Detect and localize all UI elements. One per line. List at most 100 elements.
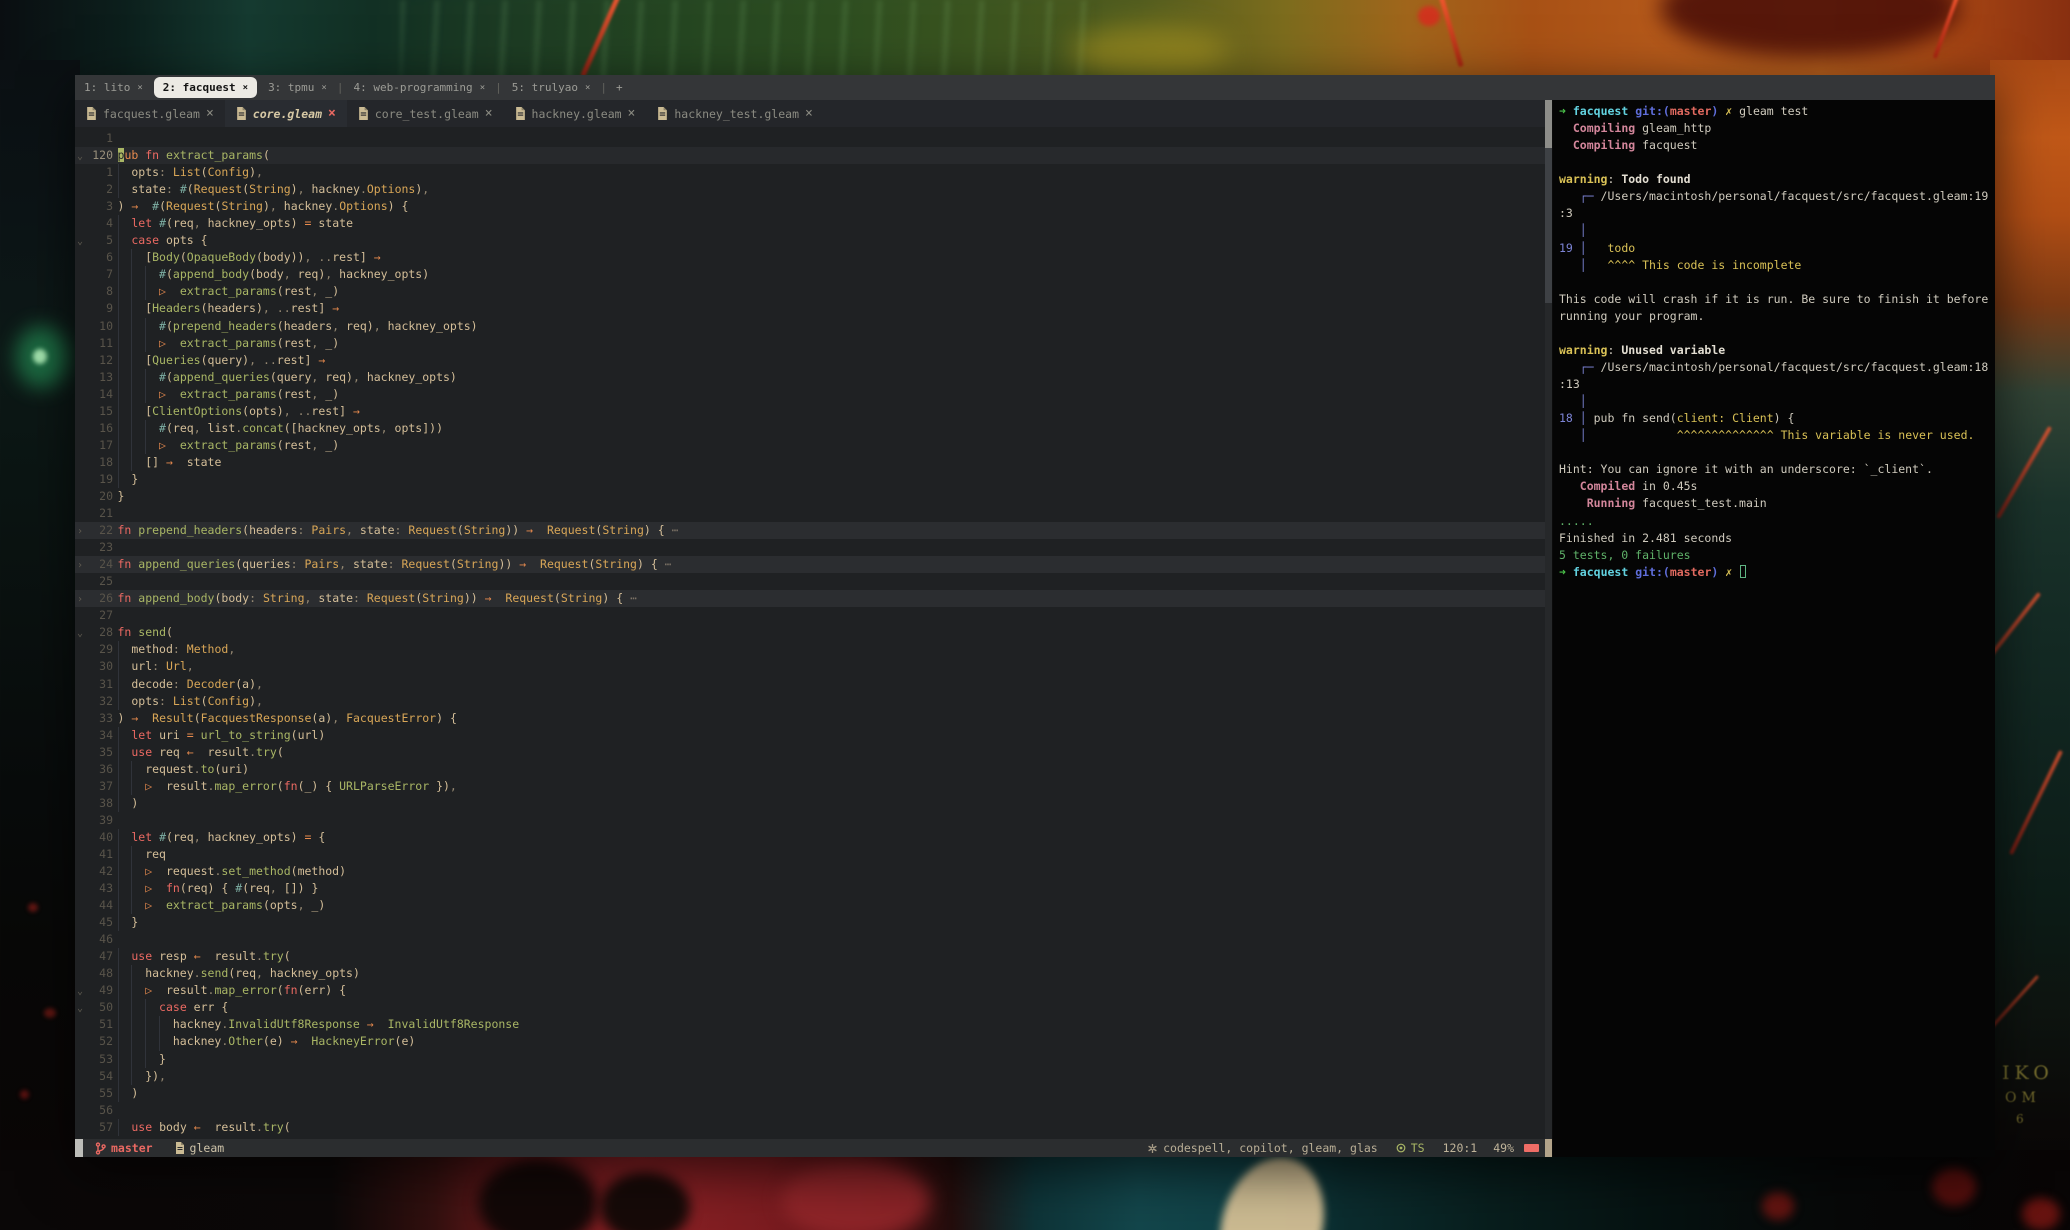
code-line[interactable]: 16 #(req, list.concat([hackney_opts, opt… [75, 419, 1545, 437]
scroll-percent: 49% [1493, 1141, 1514, 1155]
buffer-close-icon[interactable]: × [206, 106, 214, 121]
code-line[interactable]: 3) → #(Request(String), hackney.Options)… [75, 198, 1545, 215]
tmux-separator: | [495, 81, 502, 94]
code-line[interactable]: 20} [75, 488, 1545, 505]
tmux-new-window-button[interactable]: + [608, 81, 631, 94]
tmux-window-tab[interactable]: 2: facquest × [153, 77, 258, 98]
code-line[interactable]: › 26 fn append_body(body: String, state: R… [75, 590, 1545, 608]
code-line[interactable]: ⌄ 49 ▷ result.map_error(fn(err) { [75, 982, 1545, 1000]
scrollbar-thumb[interactable] [1545, 100, 1552, 148]
code-line[interactable]: 1 [75, 130, 1545, 147]
code-line[interactable]: 30 url: Url, [75, 658, 1545, 676]
code-line[interactable]: 42 ▷ request.set_method(method) [75, 863, 1545, 881]
code-line[interactable]: 32 opts: List(Config), [75, 692, 1545, 710]
code-line[interactable]: 4 let #(req, hackney_opts) = state [75, 215, 1545, 233]
line-number: 37 [99, 778, 113, 793]
tmux-status-bar: 1: lito × 2: facquest × 3: tpmu × | 4: web-prog… [75, 75, 1995, 100]
tmux-window-tab[interactable]: 3: tpmu × [259, 81, 336, 94]
code-line[interactable]: 41 req [75, 845, 1545, 864]
terminal-cursor [1740, 564, 1747, 578]
code-line[interactable]: 1 opts: List(Config), [75, 164, 1545, 182]
code-line[interactable]: 48 hackney.send(req, hackney_opts) [75, 965, 1545, 983]
terminal-output-pane[interactable]: ➜ facquest git:(master) ✗ gleam test Com… [1553, 100, 1995, 1157]
buffer-close-icon[interactable]: × [628, 106, 636, 121]
code-line[interactable]: 19 } [75, 470, 1545, 488]
git-branch-indicator[interactable]: master [95, 1141, 153, 1155]
code-line[interactable]: 29 method: Method, [75, 641, 1545, 659]
code-line[interactable]: 52 hackney.Other(e) → HackneyError(e) [75, 1033, 1545, 1051]
code-line[interactable]: 38 ) [75, 794, 1545, 812]
terminal-window: 1: lito × 2: facquest × 3: tpmu × | 4: web-prog… [75, 75, 1995, 1157]
code-line[interactable]: ⌄ 50 case err { [75, 999, 1545, 1017]
code-line[interactable]: 45 } [75, 914, 1545, 932]
code-line[interactable]: 18 [] → state [75, 453, 1545, 471]
code-line[interactable]: 51 hackney.InvalidUtf8Response → Invalid… [75, 1016, 1545, 1034]
code-line[interactable]: 6 [Body(OpaqueBody(body)), ..rest] → [75, 249, 1545, 267]
code-line[interactable]: › 24 fn append_queries(queries: Pairs, sta… [75, 556, 1545, 574]
code-line[interactable]: 2 state: #(Request(String), hackney.Opti… [75, 181, 1545, 199]
tmux-window-label: 5: trulyao [511, 81, 578, 94]
tmux-window-tab[interactable]: 4: web-programming × [344, 81, 494, 94]
code-line[interactable]: 34 let uri = url_to_string(url) [75, 726, 1545, 744]
code-line[interactable]: 57 use body ← result.try( [75, 1118, 1545, 1136]
code-text: [] → state [117, 454, 222, 469]
wallpaper-light-streaks [400, 0, 1100, 80]
line-number: 17 [99, 437, 113, 452]
code-line[interactable]: 43 ▷ fn(req) { #(req, []) } [75, 880, 1545, 898]
scrollbar[interactable] [1545, 100, 1552, 1139]
code-line[interactable]: 25 [75, 573, 1545, 590]
code-line[interactable]: 12 [Queries(query), ..rest] → [75, 351, 1545, 369]
code-line[interactable]: 40 let #(req, hackney_opts) = { [75, 828, 1545, 846]
code-line[interactable]: 33) → Result(FacquestResponse(a), Facque… [75, 710, 1545, 727]
code-area[interactable]: 1 ⌄ 120 pub fn extract_params(1 opts: List(… [75, 127, 1545, 1139]
code-line[interactable]: 21 [75, 505, 1545, 522]
buffer-tab[interactable]: hackney_test.gleam × [646, 100, 823, 127]
code-line[interactable]: 46 [75, 931, 1545, 948]
code-line[interactable]: 31 decode: Decoder(a), [75, 675, 1545, 693]
code-line[interactable]: 27 [75, 607, 1545, 624]
code-line[interactable]: ⌄ 28 fn send( [75, 624, 1545, 641]
code-line[interactable]: 47 use resp ← result.try( [75, 948, 1545, 966]
tmux-window-tab[interactable]: 5: trulyao × [503, 81, 600, 94]
code-line[interactable]: 9 [Headers(headers), ..rest] → [75, 300, 1545, 318]
terminal-line: :3 [1559, 206, 1573, 221]
buffer-tab[interactable]: hackney.gleam × [504, 100, 647, 127]
code-line[interactable]: 56 [75, 1102, 1545, 1119]
code-line[interactable]: 35 use req ← result.try( [75, 743, 1545, 761]
code-line[interactable]: 7 #(append_body(body, req), hackney_opts… [75, 266, 1545, 284]
buffer-tab[interactable]: core.gleam × [224, 100, 347, 127]
buffer-close-icon[interactable]: × [805, 106, 813, 121]
terminal-line: │ ^^^^^^^^^^^^^^ This variable is never … [1559, 428, 1975, 443]
tmux-close-icon[interactable]: × [243, 83, 248, 93]
code-line[interactable]: 37 ▷ result.map_error(fn(_) { URLParseEr… [75, 777, 1545, 795]
code-line[interactable]: 55 ) [75, 1084, 1545, 1102]
code-line[interactable]: 23 [75, 539, 1545, 556]
code-line[interactable]: 17 ▷ extract_params(rest, _) [75, 436, 1545, 454]
code-line[interactable]: 13 #(append_queries(query, req), hackney… [75, 368, 1545, 386]
tmux-window-tab[interactable]: 1: lito × [75, 81, 152, 94]
tmux-close-icon[interactable]: × [137, 83, 142, 93]
code-line[interactable]: › 22 fn prepend_headers(headers: Pairs, st… [75, 522, 1545, 540]
code-line[interactable]: 14 ▷ extract_params(rest, _) [75, 385, 1545, 403]
code-line[interactable]: 10 #(prepend_headers(headers, req), hack… [75, 317, 1545, 335]
line-number: 35 [99, 744, 113, 759]
code-line[interactable]: 15 [ClientOptions(opts), ..rest] → [75, 402, 1545, 420]
code-line[interactable]: 54 }), [75, 1067, 1545, 1085]
code-line[interactable]: 36 request.to(uri) [75, 760, 1545, 778]
code-text: [ClientOptions(opts), ..rest] → [117, 403, 360, 418]
tmux-close-icon[interactable]: × [480, 83, 485, 93]
buffer-close-icon[interactable]: × [328, 106, 336, 121]
terminal-line: This code will crash if it is run. Be su… [1559, 291, 1989, 306]
code-line[interactable]: ⌄ 5 case opts { [75, 232, 1545, 250]
buffer-close-icon[interactable]: × [485, 106, 493, 121]
code-line[interactable]: 39 [75, 812, 1545, 829]
buffer-tab[interactable]: core_test.gleam × [347, 100, 504, 127]
code-line[interactable]: 8 ▷ extract_params(rest, _) [75, 283, 1545, 301]
code-line[interactable]: ⌄ 120 pub fn extract_params( [75, 147, 1545, 165]
tmux-close-icon[interactable]: × [321, 83, 326, 93]
tmux-close-icon[interactable]: × [585, 83, 590, 93]
code-line[interactable]: 44 ▷ extract_params(opts, _) [75, 897, 1545, 915]
code-line[interactable]: 11 ▷ extract_params(rest, _) [75, 334, 1545, 352]
buffer-tab[interactable]: facquest.gleam × [75, 100, 225, 127]
code-line[interactable]: 53 } [75, 1050, 1545, 1068]
